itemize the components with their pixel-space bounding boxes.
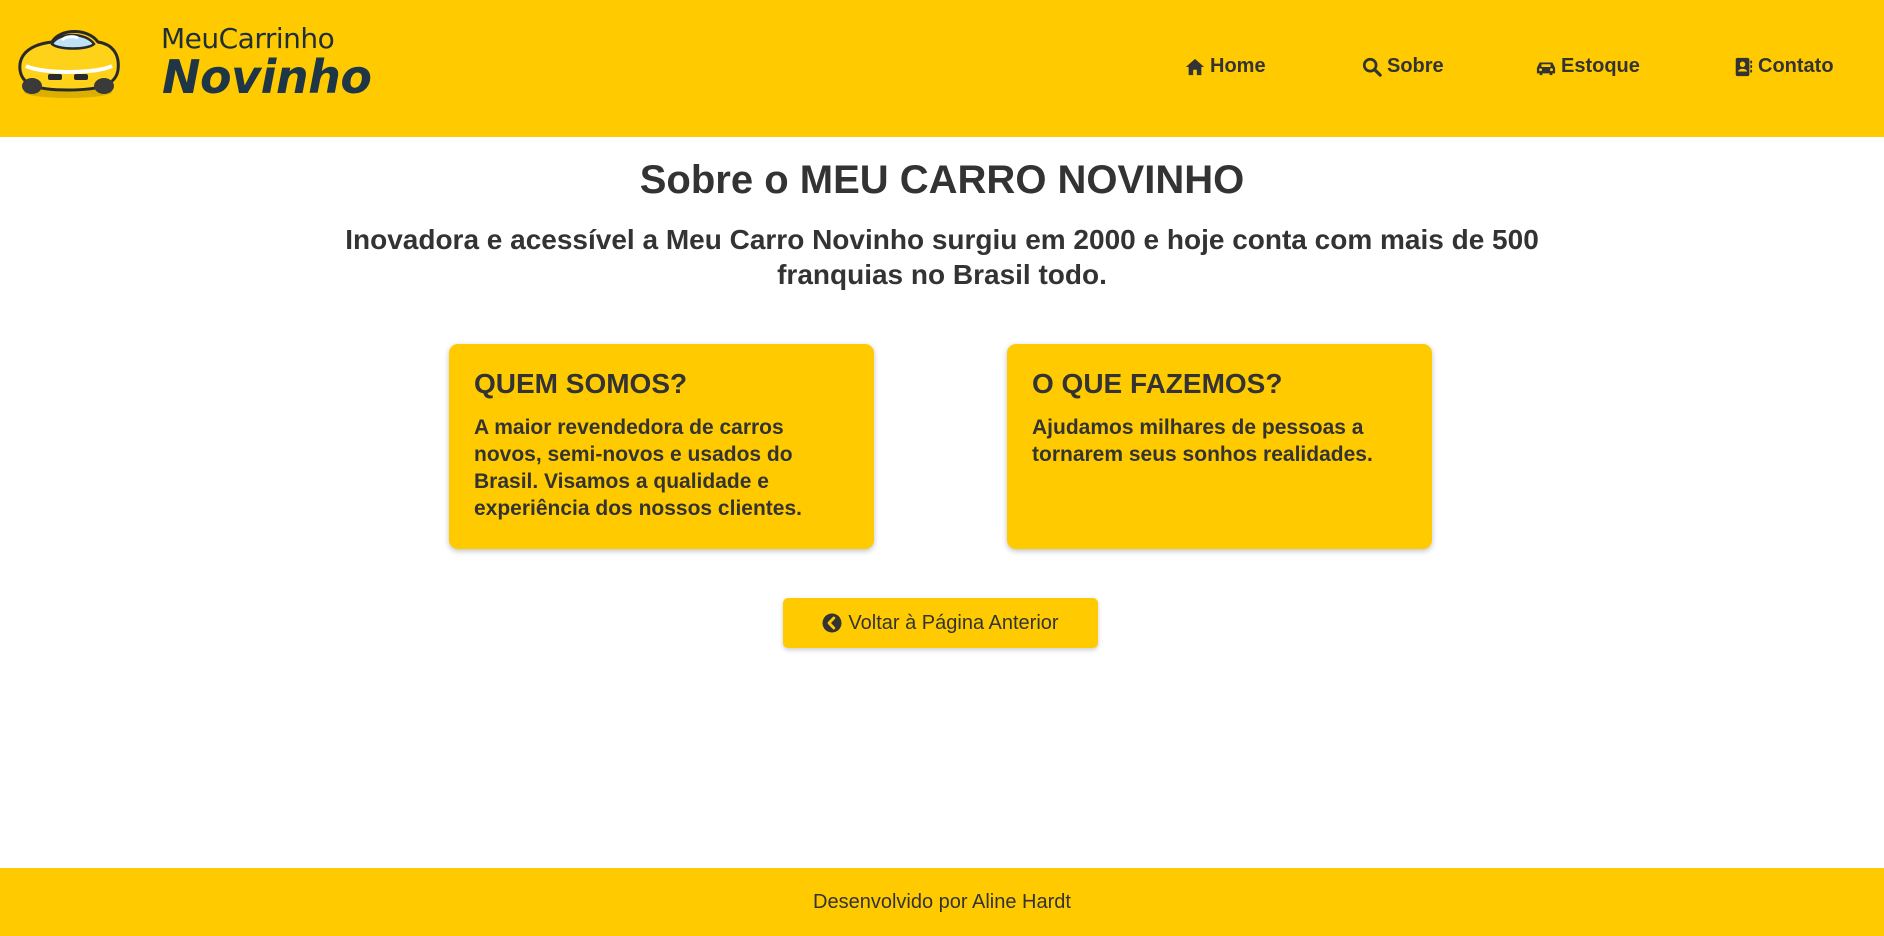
nav-contato[interactable]: Contato — [1732, 55, 1834, 78]
back-button[interactable]: Voltar à Página Anterior — [783, 598, 1098, 648]
card-text: Ajudamos milhares de pessoas a tornarem … — [1032, 416, 1373, 466]
site-footer: Desenvolvido por Aline Hardt — [0, 868, 1884, 936]
page: MeuCarrinho Novinho Home Sobre Estoque C… — [0, 0, 1884, 936]
footer-credit: Desenvolvido por Aline Hardt — [813, 890, 1071, 913]
back-button-label: Voltar à Página Anterior — [848, 611, 1059, 634]
card-o-que-fazemos: O QUE FAZEMOS? Ajudamos milhares de pess… — [1007, 344, 1432, 549]
brand-name-line2: Novinho — [162, 50, 372, 104]
nav-sobre[interactable]: Sobre — [1361, 55, 1444, 78]
search-icon — [1362, 57, 1382, 77]
home-icon — [1185, 58, 1205, 75]
nav-home[interactable]: Home — [1184, 55, 1266, 78]
nav-home-label: Home — [1210, 55, 1266, 77]
nav-estoque[interactable]: Estoque — [1535, 55, 1640, 78]
card-text: A maior revendedora de carros novos, sem… — [474, 416, 802, 520]
site-header: MeuCarrinho Novinho Home Sobre Estoque C… — [0, 0, 1884, 137]
car-logo-icon — [18, 30, 120, 98]
brand-logo[interactable]: MeuCarrinho Novinho — [12, 22, 372, 106]
nav-estoque-label: Estoque — [1561, 55, 1640, 77]
card-heading: QUEM SOMOS? — [474, 368, 688, 399]
chevron-circle-left-icon — [822, 613, 842, 633]
card-quem-somos: QUEM SOMOS? A maior revendedora de carro… — [449, 344, 874, 549]
page-title: Sobre o MEU CARRO NOVINHO — [639, 158, 1245, 202]
nav-sobre-label: Sobre — [1387, 55, 1444, 77]
card-heading: O QUE FAZEMOS? — [1032, 368, 1283, 399]
page-subtitle: Inovadora e acessível a Meu Carro Novinh… — [345, 224, 1539, 290]
car-icon — [1536, 61, 1556, 75]
contact-card-icon — [1735, 57, 1753, 76]
nav-contato-label: Contato — [1758, 55, 1834, 77]
